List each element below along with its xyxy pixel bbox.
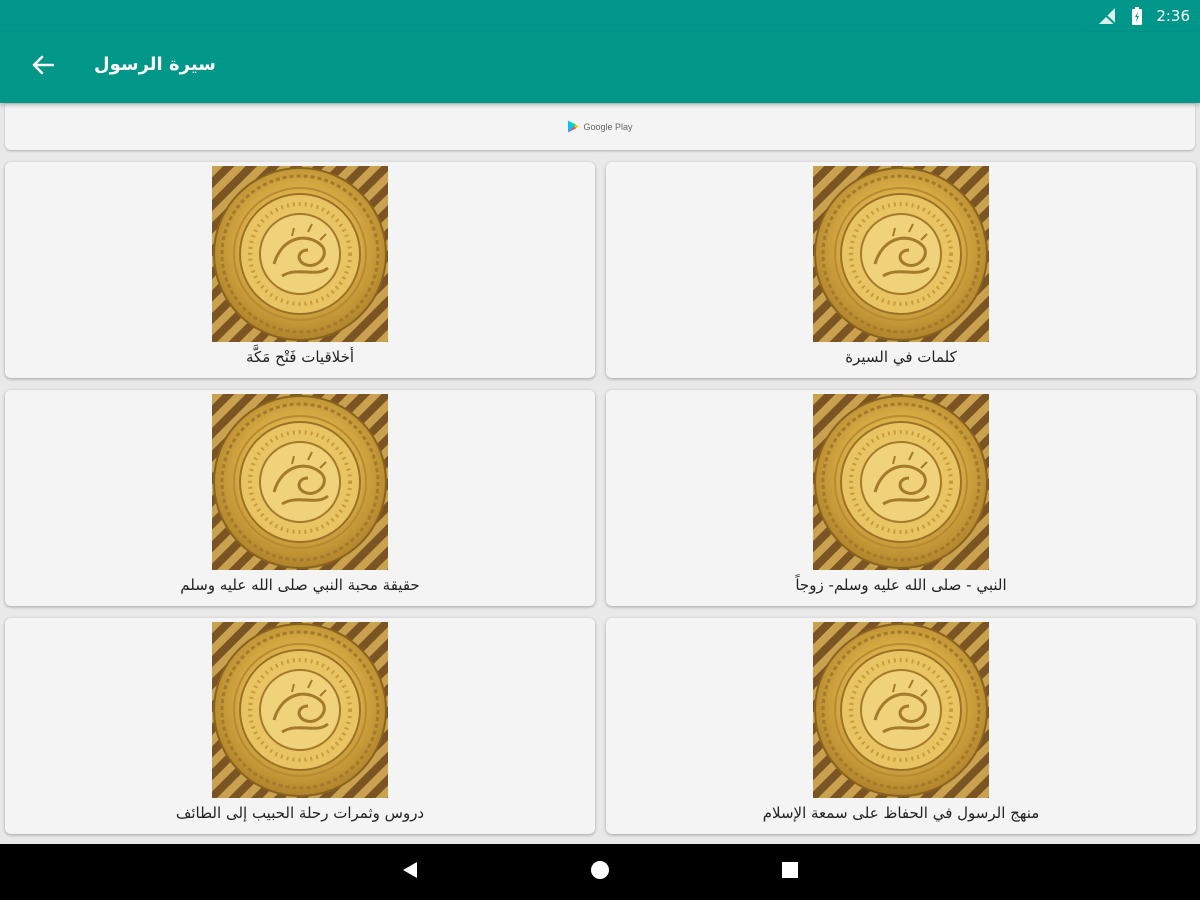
card-item[interactable]: النبي - صلى الله عليه وسلم- زوجاً [606,390,1196,606]
card-item[interactable]: دروس وثمرات رحلة الحبيب إلى الطائف [5,618,595,834]
signal-icon [1096,5,1118,27]
status-area: 2:36 [1096,4,1190,28]
status-time: 2:36 [1156,7,1190,25]
ad-banner[interactable]: Google Play [5,104,1195,150]
card-title: منهج الرسول في الحفاظ على سمعة الإسلام [762,804,1040,822]
status-bar: 2:36 [0,0,1200,32]
card-item[interactable]: كلمات في السيرة [606,162,1196,378]
card-title: حقيقة محبة النبي صلى الله عليه وسلم [180,576,420,594]
app-bar: سيرة الرسول [0,32,1200,103]
calligraphy-medallion-image [813,394,989,570]
ad-label: Google Play [583,122,633,132]
card-item[interactable]: منهج الرسول في الحفاظ على سمعة الإسلام [606,618,1196,834]
card-title: النبي - صلى الله عليه وسلم- زوجاً [795,576,1007,594]
back-button[interactable] [22,46,64,88]
calligraphy-medallion-image [212,166,388,342]
card-title: أخلاقيات فَتْح مَكَّة [245,348,355,366]
calligraphy-medallion-image [212,622,388,798]
battery-icon [1126,5,1148,27]
google-play-icon [567,118,579,137]
calligraphy-medallion-image [813,622,989,798]
card-item[interactable]: أخلاقيات فَتْح مَكَّة [5,162,595,378]
nav-back-button[interactable] [396,858,424,886]
calligraphy-medallion-image [212,394,388,570]
page-title: سيرة الرسول [94,54,216,75]
nav-recents-icon [781,861,799,883]
nav-recents-button[interactable] [776,858,804,886]
nav-home-icon [590,860,610,884]
arrow-back-icon [32,55,55,79]
calligraphy-medallion-image [813,166,989,342]
card-title: كلمات في السيرة [845,348,957,366]
card-title: دروس وثمرات رحلة الحبيب إلى الطائف [175,804,425,822]
nav-back-icon [401,860,419,884]
card-item[interactable]: حقيقة محبة النبي صلى الله عليه وسلم [5,390,595,606]
nav-home-button[interactable] [586,858,614,886]
navigation-bar [0,844,1200,900]
